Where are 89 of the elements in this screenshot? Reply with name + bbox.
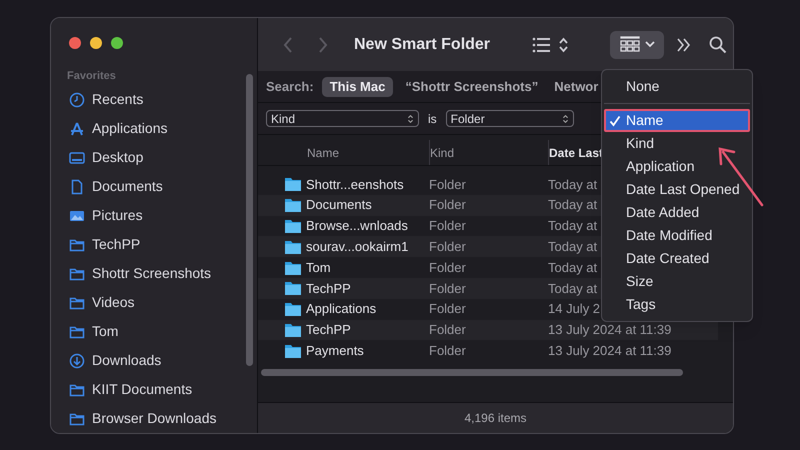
folder-icon: [285, 177, 301, 192]
search-scope-tab[interactable]: Networ: [550, 76, 602, 96]
item-count: 4,196 items: [464, 410, 527, 427]
folder-icon: [285, 260, 301, 275]
file-name[interactable]: Tom: [306, 258, 429, 278]
search-icon[interactable]: [709, 36, 728, 54]
column-header[interactable]: Kind: [430, 144, 454, 162]
scrollbar[interactable]: [246, 74, 253, 366]
table-cell-text: Today at: [548, 176, 598, 194]
search-scope-tab[interactable]: This Mac: [322, 76, 394, 96]
clock-icon: [69, 92, 85, 108]
zoom-button[interactable]: [111, 36, 123, 48]
close-button[interactable]: [69, 36, 81, 48]
table-cell-text: 13 July 2024 at 11:39: [548, 321, 672, 340]
horizontal-scrollbar[interactable]: [261, 369, 683, 376]
menu-item[interactable]: Date Added: [604, 201, 750, 224]
file-name[interactable]: sourav...ookairm1: [306, 237, 429, 257]
sidebar-item[interactable]: Tom: [92, 321, 118, 342]
desktop-icon: [69, 150, 85, 166]
table-cell-text: Folder: [429, 238, 467, 256]
sidebar-item[interactable]: Desktop: [92, 147, 144, 168]
menu-item[interactable]: Name: [604, 109, 750, 132]
document-icon: [69, 178, 85, 194]
table-cell-text: Folder: [429, 176, 467, 194]
sidebar-item[interactable]: KIIT Documents: [92, 379, 192, 400]
window-title: New Smart Folder: [354, 34, 490, 54]
download-icon: [69, 352, 85, 368]
table-cell-text: Today at: [548, 280, 598, 298]
more-icon[interactable]: [677, 38, 692, 52]
table-cell-text: 14 July 2: [548, 300, 600, 318]
menu-item[interactable]: Tags: [604, 293, 750, 316]
file-name[interactable]: Shottr...eenshots: [306, 174, 429, 194]
minimize-button[interactable]: [90, 36, 102, 48]
operator-label: is: [428, 110, 437, 128]
attribute-dropdown[interactable]: Kind: [266, 110, 419, 127]
folder-icon: [285, 344, 301, 358]
grid-icon: [620, 36, 640, 53]
apps-icon: [69, 120, 85, 136]
folder-icon: [285, 218, 301, 233]
file-name[interactable]: TechPP: [306, 320, 429, 340]
search-label: Search:: [266, 78, 314, 96]
folder-icon: [285, 322, 301, 337]
file-name[interactable]: Browse...wnloads: [306, 216, 429, 236]
menu-item[interactable]: Size: [604, 270, 750, 293]
table-cell-text: Today at: [548, 217, 598, 236]
table-cell-text: Today at: [548, 258, 598, 277]
updown-chevron-icon: [407, 114, 414, 124]
file-name[interactable]: Applications: [306, 299, 429, 319]
checkmark-icon: [609, 114, 621, 126]
sidebar-heading: Favorites: [67, 69, 117, 84]
folder-icon: [285, 302, 301, 316]
sidebar-item[interactable]: Videos: [92, 292, 135, 313]
table-cell-text: Today at: [548, 238, 598, 256]
table-cell-text: Folder: [429, 258, 467, 277]
value-dropdown[interactable]: Folder: [446, 110, 574, 127]
table-cell-text: 13 July 2024 at 11:39: [548, 342, 672, 360]
file-name[interactable]: Payments: [306, 341, 429, 361]
sidebar-item[interactable]: Recents: [92, 89, 144, 110]
sidebar-item[interactable]: Pictures: [92, 205, 143, 226]
menu-item[interactable]: Date Modified: [604, 224, 750, 247]
sidebar-item[interactable]: Applications: [92, 118, 168, 139]
table-cell-text: Folder: [429, 280, 467, 298]
group-button[interactable]: [610, 30, 664, 58]
table-cell-text: Folder: [429, 217, 467, 236]
column-header[interactable]: Name: [307, 144, 340, 162]
menu-item[interactable]: Date Last Opened: [604, 178, 750, 201]
chevron-down-icon: [644, 41, 655, 48]
table-cell-text: Folder: [429, 321, 467, 340]
sidebar-item[interactable]: TechPP: [92, 234, 140, 255]
table-cell-text: Today at: [548, 196, 598, 214]
menu-item[interactable]: Date Created: [604, 247, 750, 270]
table-cell-text: Folder: [429, 300, 467, 318]
sidebar-item[interactable]: Browser Downloads: [92, 408, 216, 429]
menu-item[interactable]: Kind: [604, 132, 750, 155]
file-name[interactable]: TechPP: [306, 278, 429, 298]
menu-item[interactable]: None: [604, 75, 750, 104]
table-cell-text: Folder: [429, 196, 467, 214]
folder-icon: [285, 240, 301, 254]
list-view-icon[interactable]: [532, 36, 570, 54]
table-cell-text: Folder: [429, 342, 467, 360]
file-name[interactable]: Documents: [306, 195, 429, 215]
updown-chevron-icon: [562, 114, 569, 124]
sidebar-item[interactable]: Downloads: [92, 350, 162, 371]
search-scope-tab[interactable]: “Shottr Screenshots”: [401, 76, 542, 96]
folder-icon: [285, 198, 301, 212]
sidebar-item[interactable]: Documents: [92, 176, 163, 197]
sidebar-item[interactable]: Shottr Screenshots: [92, 263, 212, 284]
menu-item[interactable]: Application: [604, 155, 750, 178]
folder-icon: [285, 281, 301, 296]
